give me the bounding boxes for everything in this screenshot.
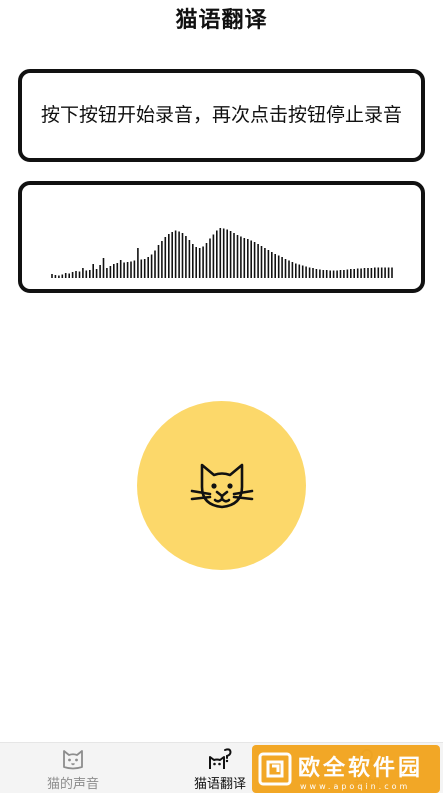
record-button[interactable] [137, 401, 306, 570]
tab-label: 猫语翻译 [193, 777, 246, 792]
page-title: 猫语翻译 [175, 8, 268, 33]
waveform-graph [51, 228, 393, 278]
watermark-emblem-icon [258, 752, 292, 786]
cat-face-icon [190, 463, 253, 508]
tab-label: 猫的声音 [46, 777, 99, 792]
waveform-panel [18, 181, 425, 293]
watermark-url: www.apoqin.com [300, 782, 411, 791]
watermark-logo: 欧全软件园 www.apoqin.com [252, 745, 440, 793]
cat-speak-icon [209, 748, 232, 769]
instruction-box: 按下按钮开始录音，再次点击按钮停止录音 [18, 69, 425, 162]
watermark-text: 欧全软件园 [298, 756, 424, 781]
cat-head-icon [63, 750, 83, 770]
tab-cat-sounds[interactable]: 猫的声音 [18, 743, 128, 793]
instruction-text: 按下按钮开始录音，再次点击按钮停止录音 [40, 104, 402, 126]
